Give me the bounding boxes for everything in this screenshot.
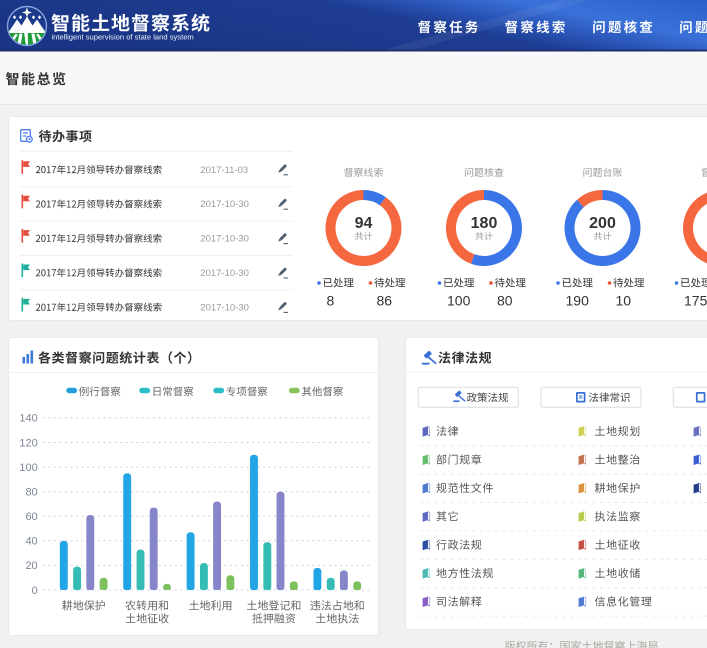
svg-text:0: 0 bbox=[32, 585, 38, 597]
svg-text:94: 94 bbox=[355, 215, 373, 232]
svg-text:80: 80 bbox=[497, 293, 513, 309]
svg-text:140: 140 bbox=[19, 413, 37, 425]
svg-text:2017-10-30: 2017-10-30 bbox=[200, 234, 249, 245]
svg-text:100: 100 bbox=[19, 462, 37, 474]
svg-text:86: 86 bbox=[377, 293, 393, 309]
svg-text:60: 60 bbox=[25, 511, 37, 523]
svg-text:2017-10-30: 2017-10-30 bbox=[200, 268, 249, 279]
svg-text:200: 200 bbox=[589, 215, 616, 232]
svg-text:2017-10-30: 2017-10-30 bbox=[200, 302, 249, 313]
svg-text:80: 80 bbox=[25, 487, 37, 499]
svg-text:120: 120 bbox=[19, 437, 37, 449]
svg-text:20: 20 bbox=[25, 560, 37, 572]
svg-text:10: 10 bbox=[616, 293, 632, 309]
svg-text:40: 40 bbox=[25, 536, 37, 548]
svg-text:2017-10-30: 2017-10-30 bbox=[200, 199, 249, 210]
svg-text:8: 8 bbox=[327, 293, 335, 309]
svg-text:190: 190 bbox=[566, 293, 590, 309]
svg-text:100: 100 bbox=[447, 293, 471, 309]
svg-text:intelligent supervision of sta: intelligent supervision of state land sy… bbox=[52, 33, 194, 42]
svg-text:180: 180 bbox=[471, 215, 498, 232]
svg-text:175: 175 bbox=[684, 293, 707, 309]
svg-text:2017-11-03: 2017-11-03 bbox=[200, 165, 248, 176]
